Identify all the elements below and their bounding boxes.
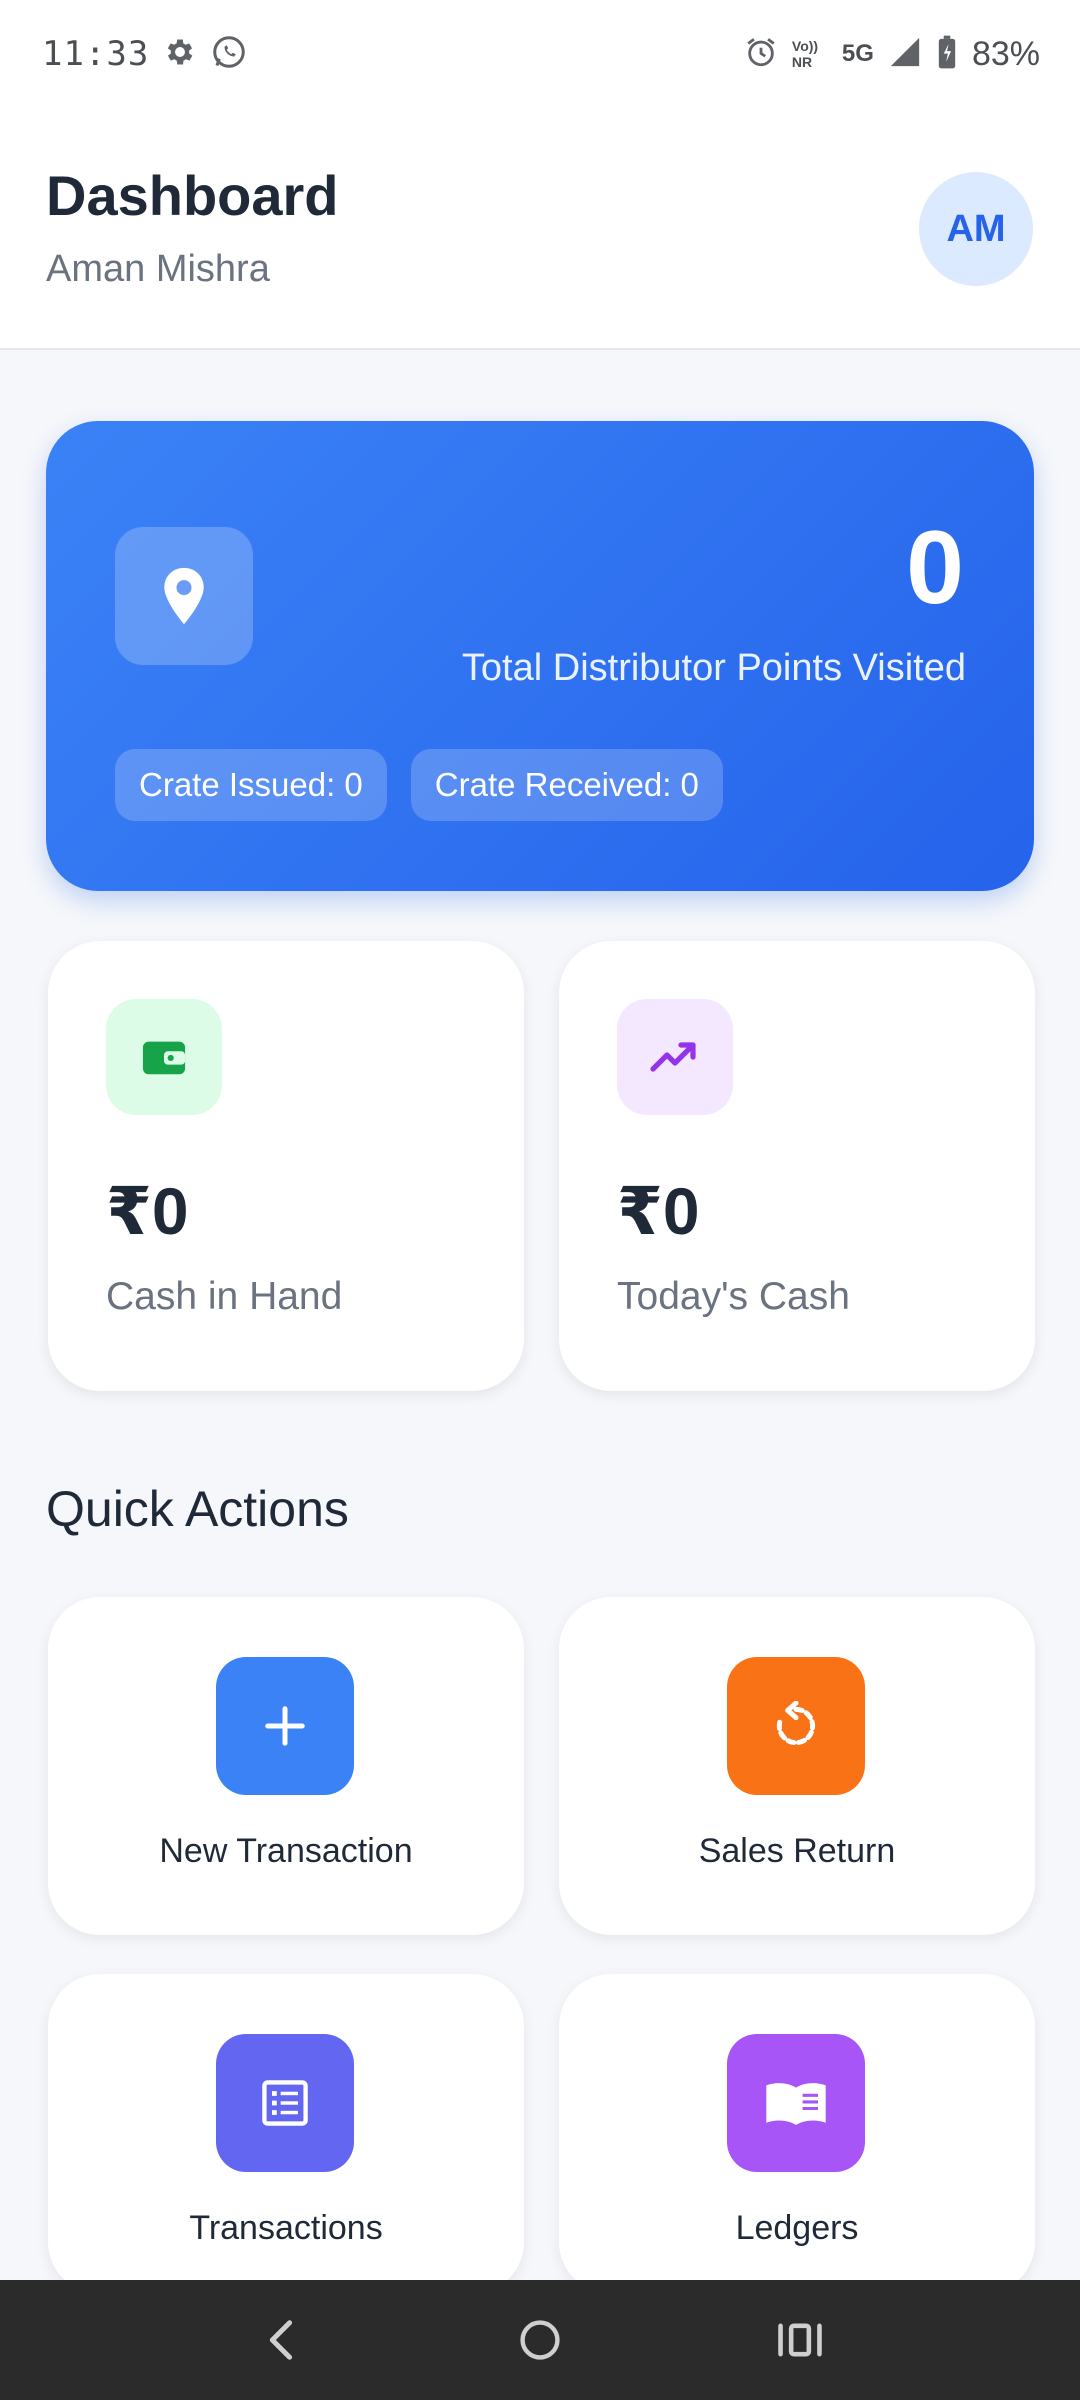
todays-cash-card: ₹0 Today's Cash	[559, 941, 1035, 1391]
sales-return-label: Sales Return	[698, 1832, 896, 1870]
network-label: 5G	[841, 40, 874, 67]
new-transaction-label: New Transaction	[159, 1832, 413, 1870]
volte-label: Vo)) NR	[791, 38, 819, 70]
book-icon	[727, 2034, 865, 2172]
location-pin-icon	[115, 527, 253, 665]
todays-cash-label: Today's Cash	[617, 1275, 850, 1318]
home-button[interactable]	[500, 2300, 580, 2380]
status-bar-right: Vo)) NR 5G 83%	[744, 34, 1040, 75]
ledgers-button[interactable]: Ledgers	[559, 1974, 1035, 2294]
recents-button[interactable]	[760, 2300, 840, 2380]
todays-cash-value: ₹0	[617, 1174, 700, 1248]
cash-in-hand-card: ₹0 Cash in Hand	[48, 941, 524, 1391]
app-header: Dashboard Aman Mishra AM	[0, 108, 1080, 350]
quick-actions-title: Quick Actions	[46, 1481, 349, 1537]
transactions-label: Transactions	[189, 2209, 383, 2247]
signal-icon	[888, 35, 922, 74]
wallet-icon	[106, 999, 222, 1115]
transactions-button[interactable]: Transactions	[48, 1974, 524, 2294]
distributor-points-value: 0	[906, 510, 964, 626]
whatsapp-icon	[211, 34, 247, 75]
distributor-points-label: Total Distributor Points Visited	[461, 647, 966, 689]
distributor-summary-card: 0 Total Distributor Points Visited Crate…	[46, 421, 1034, 891]
user-name: Aman Mishra	[46, 248, 270, 290]
page-title: Dashboard	[46, 164, 339, 227]
system-nav-bar	[0, 2280, 1080, 2400]
ledgers-label: Ledgers	[735, 2209, 859, 2247]
alarm-icon	[744, 35, 778, 74]
trending-up-icon	[617, 999, 733, 1115]
cash-in-hand-value: ₹0	[106, 1174, 189, 1248]
battery-icon	[936, 34, 958, 75]
battery-percent: 83%	[971, 34, 1040, 73]
cash-in-hand-label: Cash in Hand	[106, 1275, 343, 1318]
crate-issued-chip: Crate Issued: 0	[115, 749, 387, 821]
new-transaction-button[interactable]: New Transaction	[48, 1597, 524, 1935]
status-time: 11:33	[42, 34, 150, 74]
sales-return-button[interactable]: Sales Return	[559, 1597, 1035, 1935]
status-bar: 11:33 Vo)) NR 5G 83%	[0, 0, 1080, 108]
crate-received-chip: Crate Received: 0	[410, 749, 723, 821]
crate-chips: Crate Issued: 0 Crate Received: 0	[115, 749, 723, 821]
list-icon	[216, 2034, 354, 2172]
settings-icon	[163, 35, 197, 74]
avatar[interactable]: AM	[919, 172, 1033, 286]
back-button[interactable]	[240, 2300, 320, 2380]
return-icon	[727, 1657, 865, 1795]
plus-icon	[216, 1657, 354, 1795]
status-bar-left: 11:33	[42, 34, 247, 75]
